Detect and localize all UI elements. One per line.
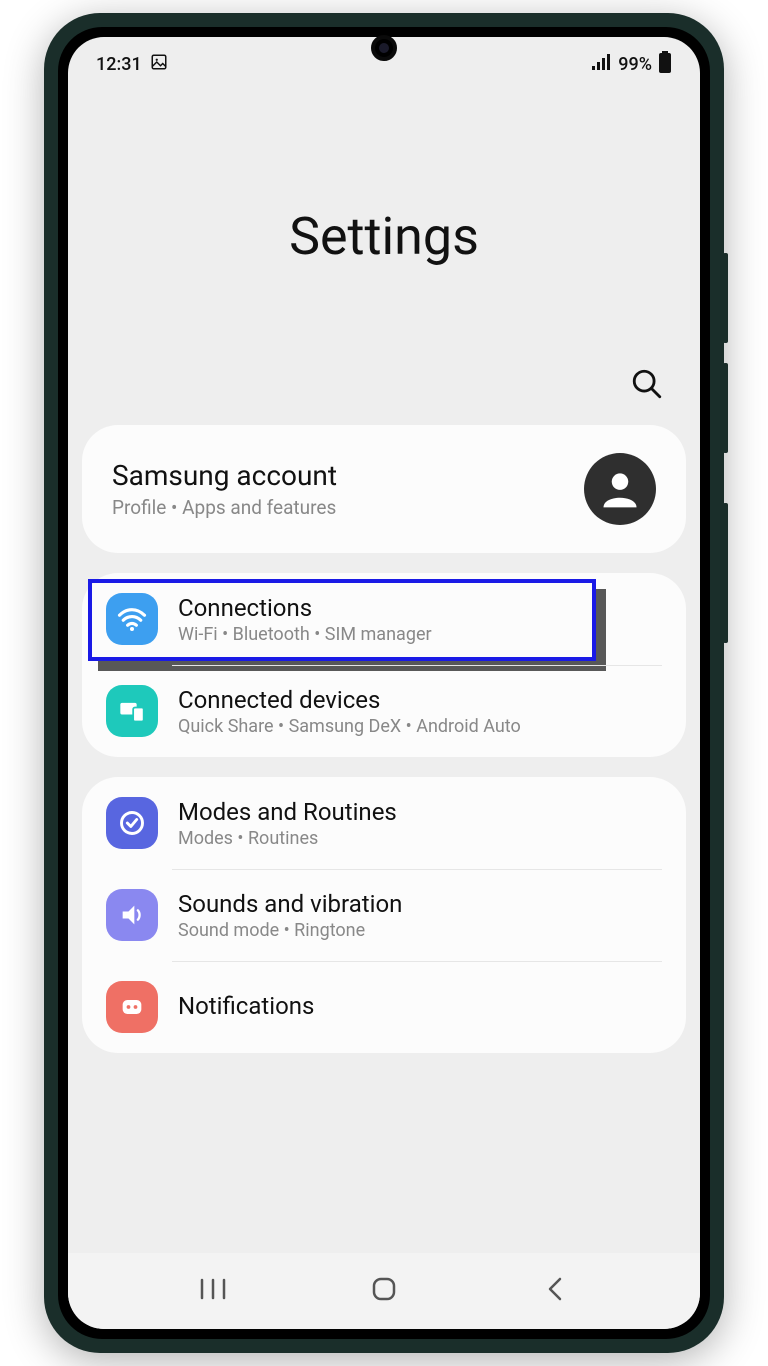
modes-icon [106, 797, 158, 849]
settings-item-notifications[interactable]: Notifications [82, 961, 686, 1053]
volume-down-button[interactable] [723, 363, 728, 453]
settings-item-connections[interactable]: Connections Wi-Fi • Bluetooth • SIM mana… [82, 573, 686, 665]
settings-item-modes[interactable]: Modes and Routines Modes • Routines [82, 777, 686, 869]
account-subtitle: Profile • Apps and features [112, 496, 337, 519]
recents-button[interactable] [193, 1269, 233, 1309]
battery-percentage: 99% [618, 54, 652, 75]
phone-frame: 12:31 99% Settings [44, 13, 724, 1353]
back-button[interactable] [535, 1269, 575, 1309]
page-title: Settings [68, 206, 700, 267]
notifications-icon [106, 981, 158, 1033]
home-button[interactable] [364, 1269, 404, 1309]
item-title: Modes and Routines [178, 798, 397, 826]
item-title: Notifications [178, 992, 314, 1020]
item-title: Connected devices [178, 686, 521, 714]
sound-icon [106, 889, 158, 941]
item-subtitle: Wi-Fi • Bluetooth • SIM manager [178, 624, 432, 645]
item-title: Sounds and vibration [178, 890, 402, 918]
avatar[interactable] [584, 453, 656, 525]
battery-icon [658, 51, 672, 78]
search-button[interactable] [630, 367, 664, 405]
item-subtitle: Modes • Routines [178, 828, 397, 849]
power-button[interactable] [723, 503, 728, 643]
signal-icon [592, 54, 612, 75]
account-title: Samsung account [112, 459, 337, 492]
item-title: Connections [178, 594, 432, 622]
devices-icon [106, 685, 158, 737]
wifi-icon [106, 593, 158, 645]
volume-up-button[interactable] [723, 253, 728, 343]
settings-item-sounds[interactable]: Sounds and vibration Sound mode • Ringto… [82, 869, 686, 961]
settings-group-1: Connections Wi-Fi • Bluetooth • SIM mana… [82, 573, 686, 757]
status-time: 12:31 [96, 54, 142, 75]
navigation-bar [68, 1253, 700, 1329]
settings-group-2: Modes and Routines Modes • Routines Soun… [82, 777, 686, 1053]
account-card[interactable]: Samsung account Profile • Apps and featu… [82, 425, 686, 553]
item-subtitle: Quick Share • Samsung DeX • Android Auto [178, 716, 521, 737]
settings-list[interactable]: Samsung account Profile • Apps and featu… [68, 425, 700, 1253]
front-camera [371, 35, 397, 61]
header: Settings [68, 86, 700, 367]
item-subtitle: Sound mode • Ringtone [178, 920, 402, 941]
settings-item-connected-devices[interactable]: Connected devices Quick Share • Samsung … [82, 665, 686, 757]
gallery-icon [150, 53, 168, 76]
